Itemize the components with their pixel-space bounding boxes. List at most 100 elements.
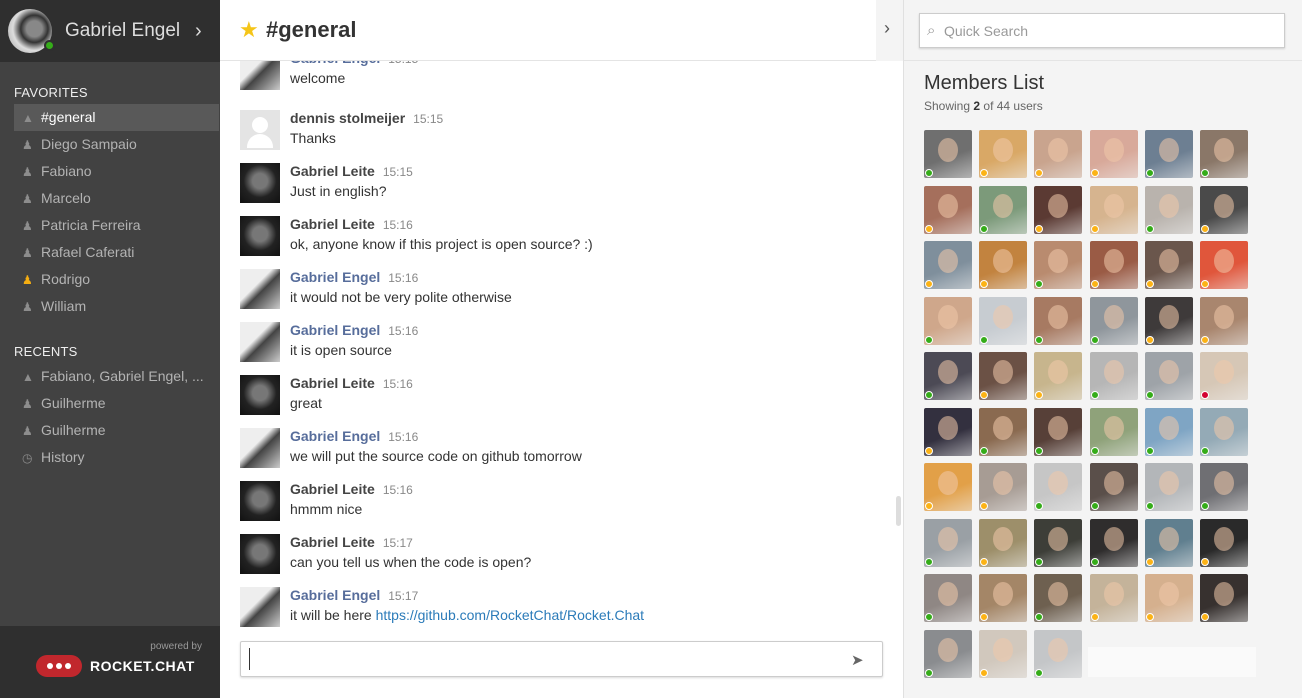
star-icon[interactable]: ★ (239, 17, 259, 43)
message-avatar[interactable] (240, 534, 280, 574)
send-icon[interactable]: ➤ (851, 651, 864, 669)
user-name[interactable]: Gabriel Engel (65, 20, 180, 42)
chevron-right-icon[interactable]: › (195, 20, 202, 43)
member-avatar[interactable] (1200, 352, 1248, 400)
message-link[interactable]: https://github.com/RocketChat/Rocket.Cha… (376, 607, 644, 623)
member-avatar[interactable] (979, 630, 1027, 678)
sidebar-item[interactable]: ▲ Fabiano, Gabriel Engel, ... (14, 363, 219, 390)
message-username[interactable]: Gabriel Engel 15:16 (290, 322, 418, 338)
member-avatar[interactable] (1034, 463, 1082, 511)
member-avatar[interactable] (924, 574, 972, 622)
message-username[interactable]: Gabriel Engel 15:15 (290, 61, 418, 66)
member-avatar[interactable] (1090, 408, 1138, 456)
message-username[interactable]: Gabriel Leite 15:16 (290, 481, 413, 497)
sidebar-item[interactable]: ♟ Fabiano (14, 158, 219, 185)
username-text[interactable]: Gabriel Engel (290, 587, 380, 603)
message-username[interactable]: Gabriel Leite 15:16 (290, 375, 413, 391)
member-avatar[interactable] (1145, 463, 1193, 511)
sidebar-item[interactable]: ♟ William (14, 293, 219, 320)
sidebar-item[interactable]: ♟ Diego Sampaio (14, 131, 219, 158)
message-input[interactable] (249, 648, 829, 670)
member-avatar[interactable] (924, 463, 972, 511)
member-avatar[interactable] (979, 297, 1027, 345)
username-text[interactable]: dennis stolmeijer (290, 110, 405, 126)
member-avatar[interactable] (1090, 297, 1138, 345)
member-avatar[interactable] (979, 574, 1027, 622)
sidebar-item[interactable]: ◷ History (14, 444, 219, 471)
member-avatar[interactable] (979, 463, 1027, 511)
member-avatar[interactable] (1090, 130, 1138, 178)
member-avatar[interactable] (979, 130, 1027, 178)
member-avatar[interactable] (1200, 297, 1248, 345)
message-avatar[interactable] (240, 110, 280, 150)
username-text[interactable]: Gabriel Leite (290, 534, 375, 550)
member-avatar[interactable] (1145, 519, 1193, 567)
message-username[interactable]: Gabriel Leite 15:15 (290, 163, 413, 179)
message-avatar[interactable] (240, 61, 280, 90)
member-avatar[interactable] (1090, 519, 1138, 567)
member-avatar[interactable] (924, 297, 972, 345)
member-avatar[interactable] (1145, 297, 1193, 345)
member-avatar[interactable] (1145, 352, 1193, 400)
member-avatar[interactable] (979, 241, 1027, 289)
sidebar-item[interactable]: ▲ #general (14, 104, 219, 131)
username-text[interactable]: Gabriel Engel (290, 322, 380, 338)
member-avatar[interactable] (924, 408, 972, 456)
member-avatar[interactable] (924, 630, 972, 678)
message-username[interactable]: Gabriel Engel 15:16 (290, 428, 418, 444)
member-avatar[interactable] (979, 519, 1027, 567)
username-text[interactable]: Gabriel Engel (290, 269, 380, 285)
message-username[interactable]: Gabriel Engel 15:17 (290, 587, 418, 603)
member-avatar[interactable] (924, 519, 972, 567)
search-input[interactable] (944, 20, 1274, 42)
member-avatar[interactable] (1145, 574, 1193, 622)
member-avatar[interactable] (979, 352, 1027, 400)
member-avatar[interactable] (1200, 186, 1248, 234)
member-avatar[interactable] (1034, 241, 1082, 289)
member-avatar[interactable] (1090, 241, 1138, 289)
message-avatar[interactable] (240, 269, 280, 309)
message-avatar[interactable] (240, 428, 280, 468)
member-avatar[interactable] (979, 186, 1027, 234)
user-header[interactable]: Gabriel Engel › (0, 0, 220, 62)
member-avatar[interactable] (1090, 463, 1138, 511)
sidebar-item[interactable]: ♟ Guilherme (14, 390, 219, 417)
sidebar-item[interactable]: ♟ Rafael Caferati (14, 239, 219, 266)
username-text[interactable]: Gabriel Engel (290, 428, 380, 444)
message-username[interactable]: dennis stolmeijer 15:15 (290, 110, 443, 126)
username-text[interactable]: Gabriel Leite (290, 163, 375, 179)
message-username[interactable]: Gabriel Leite 15:16 (290, 216, 413, 232)
message-avatar[interactable] (240, 587, 280, 627)
member-avatar[interactable] (1034, 630, 1082, 678)
member-avatar[interactable] (1145, 186, 1193, 234)
member-avatar[interactable] (924, 352, 972, 400)
message-avatar[interactable] (240, 216, 280, 256)
member-avatar[interactable] (1034, 130, 1082, 178)
member-avatar[interactable] (1090, 574, 1138, 622)
scrollbar-handle[interactable] (896, 496, 901, 526)
member-avatar[interactable] (1200, 130, 1248, 178)
message-list[interactable]: Gabriel Engel 15:15 welcome dennis stolmeij… (220, 61, 903, 628)
member-avatar[interactable] (1034, 519, 1082, 567)
member-avatar[interactable] (1200, 463, 1248, 511)
member-avatar[interactable] (1034, 408, 1082, 456)
member-avatar[interactable] (1200, 408, 1248, 456)
member-avatar[interactable] (924, 186, 972, 234)
message-avatar[interactable] (240, 375, 280, 415)
member-avatar[interactable] (1200, 241, 1248, 289)
username-text[interactable]: Gabriel Engel (290, 61, 380, 66)
member-avatar[interactable] (1034, 297, 1082, 345)
member-avatar[interactable] (1090, 186, 1138, 234)
sidebar-item[interactable]: ♟ Rodrigo (14, 266, 219, 293)
sidebar-item[interactable]: ♟ Guilherme (14, 417, 219, 444)
message-username[interactable]: Gabriel Leite 15:17 (290, 534, 413, 550)
username-text[interactable]: Gabriel Leite (290, 216, 375, 232)
member-avatar[interactable] (1034, 186, 1082, 234)
member-avatar[interactable] (1145, 408, 1193, 456)
message-avatar[interactable] (240, 322, 280, 362)
member-avatar[interactable] (979, 408, 1027, 456)
member-avatar[interactable] (1200, 519, 1248, 567)
member-avatar[interactable] (1090, 352, 1138, 400)
member-avatar[interactable] (1200, 574, 1248, 622)
rocketchat-logo[interactable]: ROCKET.CHAT (36, 655, 195, 677)
